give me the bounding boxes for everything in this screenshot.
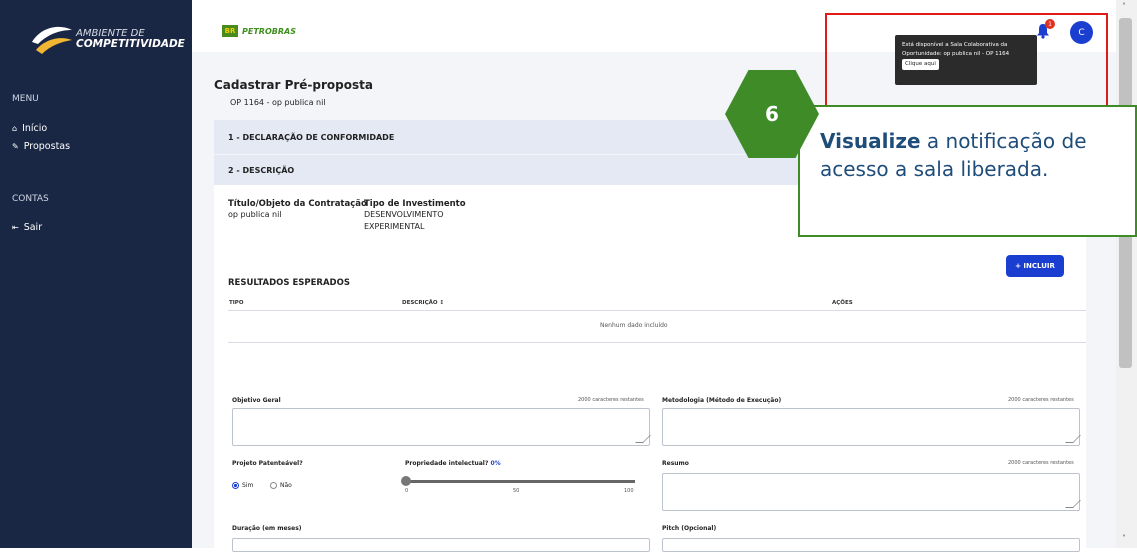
callout-bold: Visualize (820, 129, 921, 153)
patenteavel-label: Projeto Patenteável? (232, 460, 303, 467)
page-title: Cadastrar Pré-proposta (214, 78, 373, 92)
slider-mid: 50 (513, 488, 520, 494)
objetivo-textarea[interactable] (232, 408, 651, 446)
objetivo-hint: 2000 caracteres restantes (578, 397, 644, 403)
tipo-label: Tipo de Investimento (364, 199, 466, 209)
radio-unselected-icon (270, 482, 277, 489)
sidebar-item-inicio[interactable]: ⌂ Início (12, 123, 47, 134)
table-divider (228, 310, 1086, 311)
tipo-value-1: DESENVOLVIMENTO (364, 210, 444, 219)
edit-icon: ✎ (12, 142, 19, 151)
callout-text: Visualize a notificação de acesso a sala… (820, 127, 1130, 183)
scroll-up-icon[interactable]: ˄ (1122, 2, 1126, 11)
sidebar-item-label: Sair (23, 222, 43, 233)
tipo-value-2: EXPERIMENTAL (364, 222, 425, 231)
br-logo: BR (222, 25, 238, 37)
metodologia-label: Metodologia (Método de Execução) (662, 397, 782, 404)
home-icon: ⌂ (12, 124, 18, 133)
scroll-down-icon[interactable]: ˅ (1122, 534, 1126, 543)
logout-icon: ⇤ (12, 223, 19, 232)
propriedade-label: Propriedade intelectual? 0% (405, 460, 501, 467)
sidebar: AMBIENTE DE COMPETITIVIDADE MENU ⌂ Iníci… (0, 0, 192, 548)
logo-swoosh-icon (32, 26, 72, 54)
sidebar-item-label: Início (22, 123, 48, 134)
tutorial-callout: Visualize a notificação de acesso a sala… (798, 105, 1137, 237)
duracao-label: Duração (em meses) (232, 525, 302, 532)
table-divider (228, 342, 1086, 343)
slider-max: 100 (624, 488, 634, 494)
metodologia-textarea[interactable] (662, 408, 1081, 446)
slider-thumb[interactable] (401, 476, 411, 486)
pitch-input[interactable] (662, 538, 1080, 552)
radio-selected-icon (232, 482, 239, 489)
objetivo-label: Objetivo Geral (232, 397, 281, 404)
resize-grip-icon[interactable] (1065, 500, 1081, 508)
radio-sim[interactable]: Sim (232, 482, 253, 489)
contas-heading: CONTAS (12, 194, 49, 204)
column-header-descricao[interactable]: DESCRIÇÃO ↕ (402, 300, 444, 306)
resultados-heading: RESULTADOS ESPERADOS (228, 278, 350, 288)
radio-label: Sim (242, 482, 254, 489)
brand-name: PETROBRAS (242, 26, 296, 36)
menu-heading: MENU (12, 94, 39, 104)
propriedade-value: 0% (490, 460, 501, 467)
resize-grip-icon[interactable] (1065, 435, 1081, 443)
resumo-textarea[interactable] (662, 473, 1081, 511)
logo-line2: COMPETITIVIDADE (76, 38, 185, 50)
sidebar-item-sair[interactable]: ⇤ Sair (12, 222, 42, 233)
petrobras-brand: BR PETROBRAS (222, 25, 296, 37)
metodologia-hint: 2000 caracteres restantes (1008, 397, 1074, 403)
sidebar-item-label: Propostas (23, 141, 71, 152)
resumo-label: Resumo (662, 460, 689, 467)
sidebar-item-propostas[interactable]: ✎ Propostas (12, 141, 70, 152)
radio-label: Não (280, 482, 292, 489)
propriedade-slider[interactable] (405, 480, 635, 483)
slider-min: 0 (405, 488, 409, 494)
radio-nao[interactable]: Não (270, 482, 292, 489)
column-header-acoes: AÇÕES (832, 300, 853, 306)
column-header-tipo[interactable]: TIPO (229, 300, 244, 306)
resumo-hint: 2000 caracteres restantes (1008, 460, 1074, 466)
duracao-input[interactable] (232, 538, 650, 552)
titulo-label: Título/Objeto da Contratação (228, 199, 367, 209)
resize-grip-icon[interactable] (635, 435, 651, 443)
empty-table-message: Nenhum dado incluído (600, 322, 668, 329)
app-logo[interactable]: AMBIENTE DE COMPETITIVIDADE (30, 20, 185, 60)
page-subtitle: OP 1164 - op publica nil (230, 98, 326, 107)
incluir-button[interactable]: + INCLUIR (1006, 255, 1064, 277)
titulo-value: op publica nil (228, 210, 282, 219)
highlight-box (825, 13, 1108, 108)
pitch-label: Pitch (Opcional) (662, 525, 717, 532)
